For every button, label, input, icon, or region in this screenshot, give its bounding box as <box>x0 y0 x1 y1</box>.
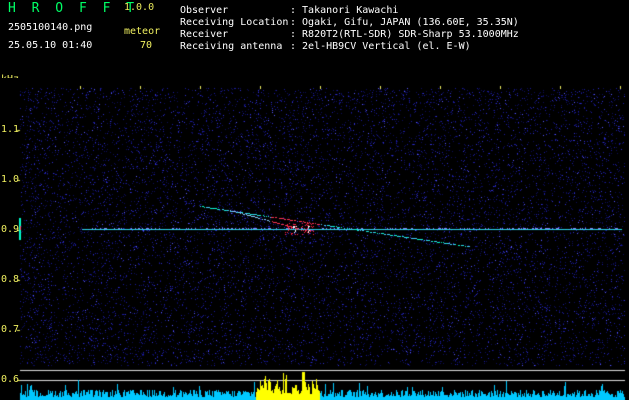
info-value-observer: : Takanori Kawachi <box>290 5 399 16</box>
freq-tick-label: 0.7 <box>1 324 20 335</box>
freq-tick-label: 0.9 <box>1 224 20 235</box>
info-key-location: Receiving Location <box>180 17 289 28</box>
freq-tick-label: 0.6 <box>1 374 20 385</box>
spectrogram-canvas <box>0 78 629 400</box>
freq-tick-label: 1.1 <box>1 124 20 135</box>
freq-tick-label: 1.0 <box>1 174 20 185</box>
filename-label: 2505100140.png <box>8 22 93 33</box>
app-version: 1.0.0 <box>124 2 155 13</box>
datetime-label: 25.05.10 01:40 <box>8 40 93 51</box>
detection-count: 70 <box>140 40 153 51</box>
info-value-location: : Ogaki, Gifu, JAPAN (136.60E, 35.35N) <box>290 17 519 28</box>
detection-type-label: meteor <box>124 26 161 37</box>
app-title: H R O F F T <box>8 1 139 16</box>
freq-tick-label: 0.8 <box>1 274 20 285</box>
info-key-receiver: Receiver <box>180 29 229 40</box>
info-key-observer: Observer <box>180 5 229 16</box>
info-value-receiver: : R820T2(RTL-SDR) SDR-Sharp 53.1000MHz <box>290 29 519 40</box>
info-value-antenna: : 2el-HB9CV Vertical (el. E-W) <box>290 41 471 52</box>
info-key-antenna: Receiving antenna <box>180 41 283 52</box>
